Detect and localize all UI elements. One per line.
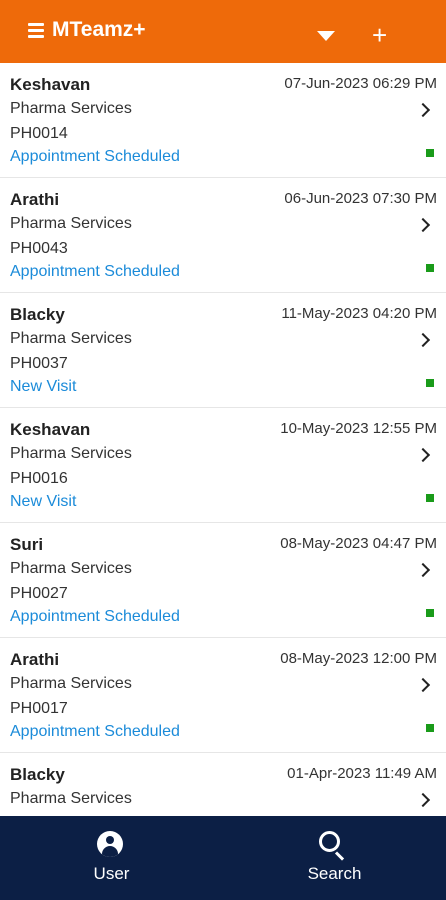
patient-name: Blacky (10, 765, 65, 784)
visit-code: PH0027 (10, 585, 68, 602)
service-name: Pharma Services (10, 675, 132, 692)
chevron-right-icon[interactable] (415, 447, 431, 463)
service-name: Pharma Services (10, 560, 132, 577)
visit-code: PH0043 (10, 240, 68, 257)
list-item[interactable]: Keshavan 07-Jun-2023 06:29 PM Pharma Ser… (0, 63, 446, 178)
nav-search-label: Search (307, 864, 362, 883)
visit-code: PH0014 (10, 125, 68, 142)
patient-name: Blacky (10, 305, 65, 324)
list-item[interactable]: Arathi 08-May-2023 12:00 PM Pharma Servi… (0, 638, 446, 753)
list-item[interactable]: Suri 08-May-2023 04:47 PM Pharma Service… (0, 523, 446, 638)
chevron-right-icon[interactable] (415, 677, 431, 693)
list-item[interactable]: Keshavan 10-May-2023 12:55 PM Pharma Ser… (0, 408, 446, 523)
patient-name: Arathi (10, 650, 60, 669)
menu-icon[interactable] (28, 23, 44, 38)
visit-datetime: 08-May-2023 04:47 PM (280, 535, 437, 552)
patient-name: Keshavan (10, 75, 91, 94)
chevron-right-icon[interactable] (415, 792, 431, 808)
chevron-right-icon[interactable] (415, 217, 431, 233)
patient-name: Suri (10, 535, 44, 554)
visit-status: Appointment Scheduled (10, 148, 180, 165)
status-indicator (426, 264, 434, 272)
visit-datetime: 11-May-2023 04:20 PM (281, 305, 437, 322)
chevron-right-icon[interactable] (415, 102, 431, 118)
list-item[interactable]: Arathi 06-Jun-2023 07:30 PM Pharma Servi… (0, 178, 446, 293)
status-indicator (426, 149, 434, 157)
visit-status: Appointment Scheduled (10, 723, 180, 740)
visit-code: PH0037 (10, 355, 68, 372)
status-indicator (426, 724, 434, 732)
status-indicator (426, 379, 434, 387)
chevron-right-icon[interactable] (415, 332, 431, 348)
plus-icon[interactable]: + (372, 22, 387, 48)
nav-search[interactable]: Search (223, 816, 446, 900)
app-title: MTeamz+ (52, 18, 146, 41)
service-name: Pharma Services (10, 445, 132, 462)
status-indicator (426, 494, 434, 502)
list-item[interactable]: Blacky 11-May-2023 04:20 PM Pharma Servi… (0, 293, 446, 408)
visit-status: New Visit (10, 493, 77, 510)
visit-datetime: 06-Jun-2023 07:30 PM (284, 190, 437, 207)
nav-user-label: User (93, 864, 130, 883)
visit-code: PH0016 (10, 470, 68, 487)
app-bar: MTeamz+ + (0, 0, 446, 63)
visit-datetime: 07-Jun-2023 06:29 PM (284, 75, 437, 92)
service-name: Pharma Services (10, 215, 132, 232)
service-name: Pharma Services (10, 330, 132, 347)
visit-status: Appointment Scheduled (10, 608, 180, 625)
status-indicator (426, 609, 434, 617)
chevron-right-icon[interactable] (415, 562, 431, 578)
service-name: Pharma Services (10, 790, 132, 807)
visit-datetime: 08-May-2023 12:00 PM (280, 650, 437, 667)
dropdown-triangle-icon[interactable] (317, 31, 335, 41)
nav-user[interactable]: User (0, 816, 223, 900)
search-icon (319, 831, 347, 861)
patient-name: Arathi (10, 190, 60, 209)
visit-status: New Visit (10, 378, 77, 395)
service-name: Pharma Services (10, 100, 132, 117)
visit-status: Appointment Scheduled (10, 263, 180, 280)
list-item[interactable]: Blacky 01-Apr-2023 11:49 AM Pharma Servi… (0, 753, 446, 816)
visit-datetime: 10-May-2023 12:55 PM (280, 420, 437, 437)
patient-name: Keshavan (10, 420, 91, 439)
bottom-nav: User Search (0, 816, 446, 900)
visit-code: PH0017 (10, 700, 68, 717)
visit-datetime: 01-Apr-2023 11:49 AM (287, 765, 437, 782)
user-icon (97, 831, 123, 857)
visit-list: Keshavan 07-Jun-2023 06:29 PM Pharma Ser… (0, 63, 446, 816)
